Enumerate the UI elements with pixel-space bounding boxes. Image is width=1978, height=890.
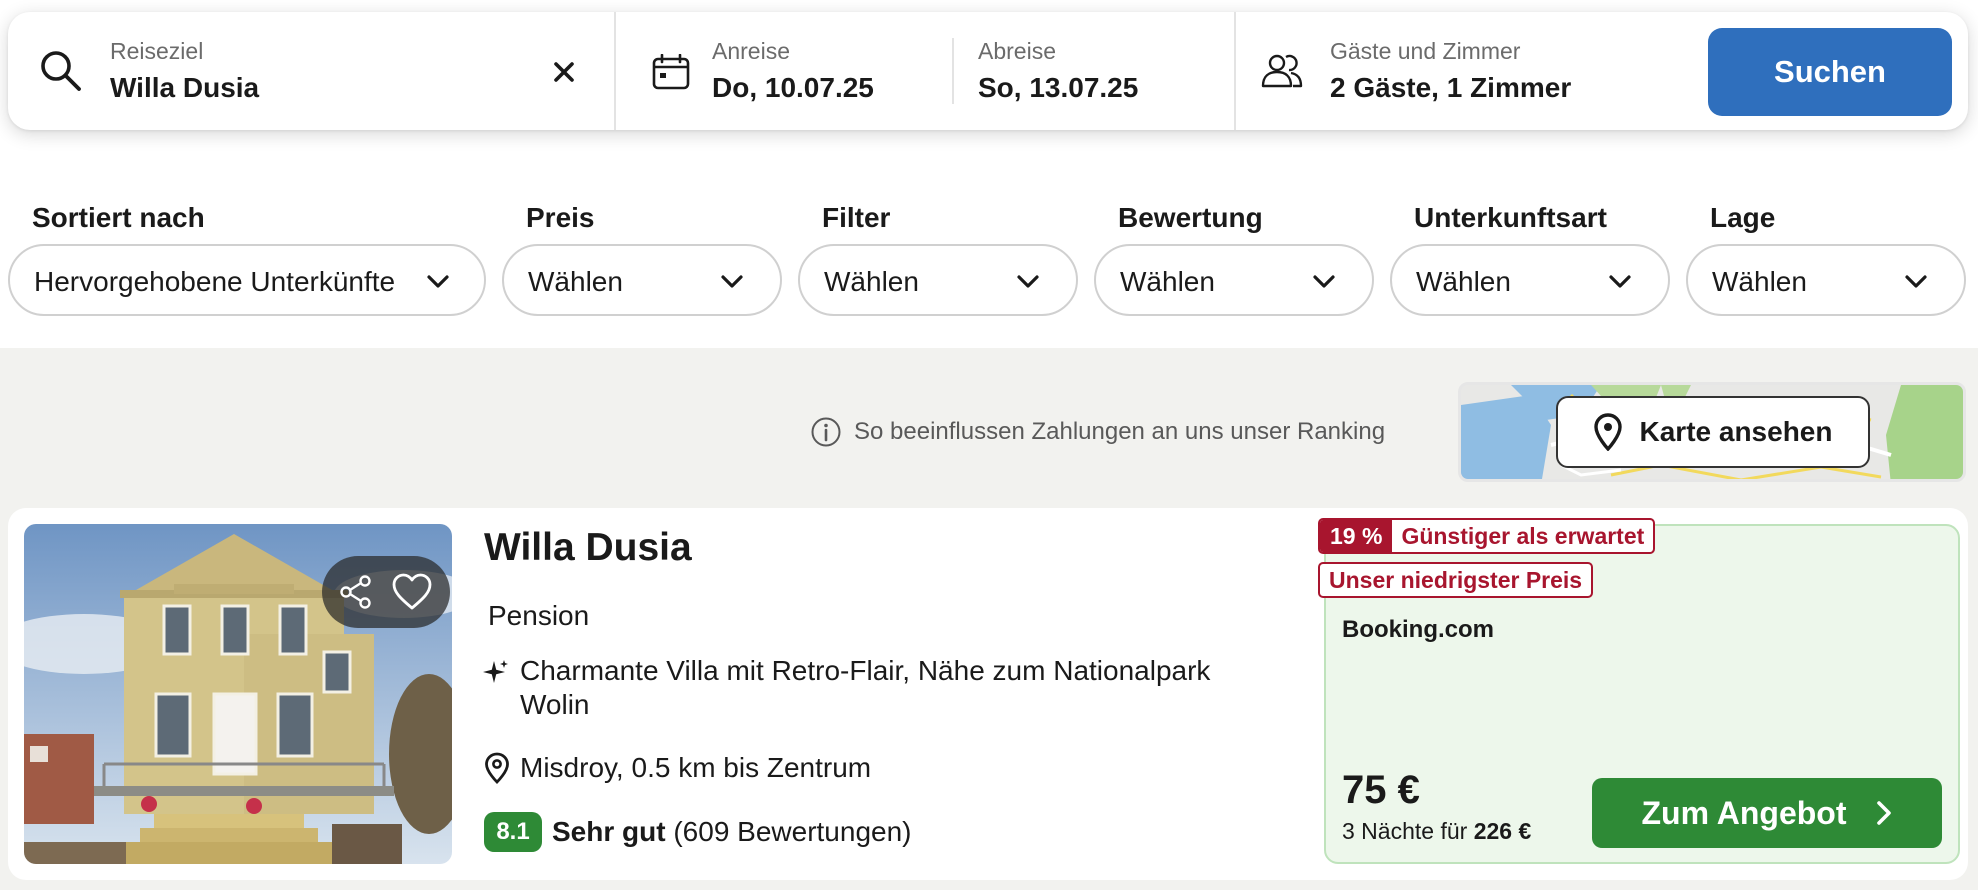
listing-photo[interactable] (24, 524, 452, 864)
chevron-down-icon (1017, 275, 1039, 288)
checkout-value: So, 13.07.25 (978, 72, 1139, 103)
checkin-field[interactable]: Anreise Do, 10.07.25 (616, 12, 960, 130)
view-offer-label: Zum Angebot (1641, 794, 1847, 831)
destination-field[interactable]: Reiseziel Willa Dusia (8, 12, 614, 130)
total-price-line: 3 Nächte für 226 € (1342, 818, 1531, 845)
nightly-price: 75 € (1342, 768, 1420, 812)
location-text: Misdroy, 0.5 km bis Zentrum (520, 752, 872, 783)
checkin-value: Do, 10.07.25 (712, 72, 874, 103)
filter-label-sort: Sortiert nach (32, 202, 205, 233)
chevron-down-icon (721, 275, 743, 288)
lowest-price-badge: Unser niedrigster Preis (1318, 562, 1594, 598)
filter-label-price: Preis (526, 202, 595, 233)
listing-card: Willa Dusia Pension Charmante Villa mit … (8, 508, 1968, 880)
ranking-info-link[interactable]: So beeinflussen Zahlungen an uns unser R… (810, 414, 1385, 450)
location-select[interactable]: Wählen (1686, 244, 1966, 316)
property-type: Pension (488, 600, 590, 631)
rating-summary[interactable]: Sehr gut (609 Bewertungen) (552, 816, 912, 848)
property-type-select[interactable]: Wählen (1390, 244, 1670, 316)
filter-label-rating: Bewertung (1118, 202, 1263, 233)
chevron-down-icon (1609, 275, 1631, 288)
chevron-down-icon (427, 275, 449, 288)
deal-text: Günstiger als erwartet (1401, 522, 1645, 549)
feature-highlight: Charmante Villa mit Retro-Flair, Nähe zu… (520, 655, 1211, 720)
filter-select-value: Wählen (824, 266, 919, 297)
guests-icon (1261, 54, 1303, 88)
filter-select[interactable]: Wählen (798, 244, 1078, 316)
hotel-name-link[interactable]: Willa Dusia (484, 526, 692, 570)
search-icon (41, 51, 81, 91)
photo-actions (322, 556, 450, 628)
map-pin-icon (1593, 413, 1622, 451)
price-select[interactable]: Wählen (502, 244, 782, 316)
sort-select-value: Hervorgehobene Unterkünfte (34, 266, 396, 297)
price-select-value: Wählen (528, 266, 623, 297)
chevron-right-icon (1876, 801, 1891, 825)
filter-label-property-type: Unterkunftsart (1414, 202, 1607, 233)
rating-select[interactable]: Wählen (1094, 244, 1374, 316)
rating-score-badge: 8.1 (484, 812, 542, 852)
sparkle-icon (483, 660, 508, 683)
nights-prefix: 3 Nächte für (1342, 818, 1468, 844)
show-map-button[interactable]: Karte ansehen (1556, 396, 1870, 468)
guests-value: 2 Gäste, 1 Zimmer (1330, 72, 1572, 103)
chevron-down-icon (1313, 275, 1335, 288)
heart-icon[interactable] (390, 570, 434, 614)
info-icon (811, 417, 841, 447)
provider-name: Booking.com (1342, 616, 1495, 643)
property-type-select-value: Wählen (1416, 266, 1511, 297)
checkin-label: Anreise (712, 38, 790, 64)
show-map-label: Karte ansehen (1639, 416, 1833, 447)
location-pin-icon (485, 752, 509, 784)
share-icon[interactable] (336, 572, 376, 612)
filter-label-location: Lage (1710, 202, 1776, 233)
guests-label: Gäste und Zimmer (1330, 38, 1521, 64)
sort-select[interactable]: Hervorgehobene Unterkünfte (8, 244, 486, 316)
rating-text: Sehr gut (552, 816, 666, 847)
checkout-field[interactable]: Abreise So, 13.07.25 (954, 12, 1242, 130)
ranking-info-text: So beeinflussen Zahlungen an uns unser R… (854, 418, 1386, 445)
destination-input[interactable]: Willa Dusia (110, 72, 259, 104)
chevron-down-icon (1905, 275, 1927, 288)
deal-percent: 19 % (1320, 520, 1393, 552)
view-offer-button[interactable]: Zum Angebot (1592, 778, 1942, 848)
total-price: 226 € (1473, 818, 1532, 844)
checkout-label: Abreise (978, 38, 1056, 64)
rating-select-value: Wählen (1120, 266, 1215, 297)
guests-field[interactable]: Gäste und Zimmer 2 Gäste, 1 Zimmer (1236, 12, 1696, 130)
destination-label: Reiseziel (110, 38, 204, 64)
filter-label-filter: Filter (822, 202, 891, 233)
search-bar: Reiseziel Willa Dusia Anreise Do, 10.07.… (8, 12, 1968, 130)
calendar-icon (652, 54, 690, 90)
clear-icon[interactable] (544, 52, 584, 92)
location-select-value: Wählen (1712, 266, 1807, 297)
deal-badge: 19 % Günstiger als erwartet (1318, 518, 1656, 554)
rating-count: (609 Bewertungen) (673, 816, 912, 847)
search-button[interactable]: Suchen (1708, 28, 1952, 116)
